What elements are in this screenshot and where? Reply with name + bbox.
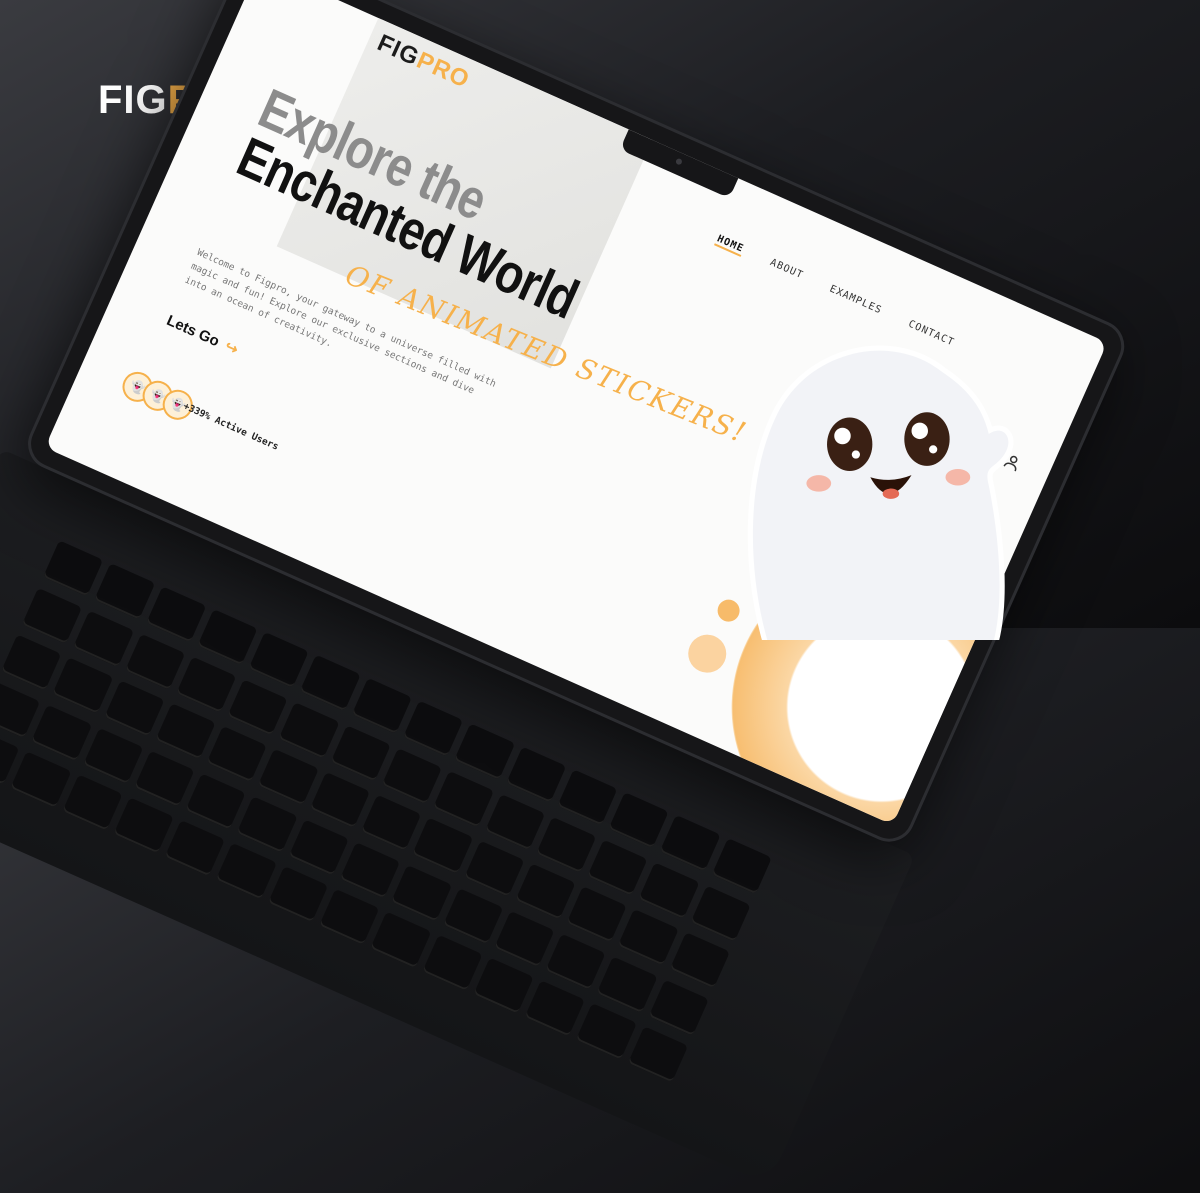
- keyboard-key: [576, 1003, 637, 1060]
- keyboard-key: [587, 839, 649, 896]
- keyboard-key: [124, 633, 186, 690]
- keyboard-key: [524, 980, 586, 1037]
- keyboard-key: [557, 769, 618, 826]
- keyboard-key: [248, 631, 310, 689]
- keyboard-key: [237, 796, 298, 853]
- keyboard-key: [381, 747, 443, 804]
- keyboard-key: [669, 932, 730, 989]
- keyboard-key: [484, 793, 546, 850]
- keyboard-key: [155, 703, 216, 760]
- keyboard-key: [31, 704, 92, 761]
- keyboard-key: [330, 724, 391, 782]
- keyboard-key: [536, 816, 597, 873]
- keyboard-key: [442, 887, 504, 944]
- keyboard-key: [43, 540, 104, 597]
- keyboard-key: [660, 815, 721, 872]
- keyboard-key: [505, 746, 567, 803]
- keyboard-key: [421, 934, 483, 992]
- keyboard-key: [463, 840, 525, 897]
- keyboard-key: [402, 700, 464, 757]
- nav-home[interactable]: HOME: [714, 233, 746, 257]
- user-avatars: 👻 👻 👻: [117, 367, 198, 425]
- keyboard-key: [608, 792, 670, 849]
- ghost-sticker: [747, 345, 1014, 640]
- lets-go-label: Lets Go: [164, 311, 223, 350]
- keyboard-key: [473, 957, 534, 1015]
- brand-fig: FIG: [98, 78, 168, 122]
- keyboard-key: [711, 837, 772, 895]
- keyboard-key: [545, 933, 607, 990]
- keyboard-key: [433, 770, 494, 827]
- keyboard-key: [351, 677, 412, 734]
- keyboard-key: [300, 654, 361, 711]
- keyboard-key: [309, 771, 370, 829]
- lets-go-button[interactable]: Lets Go ↪: [164, 311, 241, 359]
- keyboard-key: [618, 909, 679, 966]
- keyboard-key: [82, 727, 144, 784]
- keyboard-key: [391, 864, 452, 922]
- keyboard-key: [52, 657, 113, 714]
- keyboard-key: [454, 723, 515, 780]
- keyboard-key: [648, 979, 709, 1036]
- keyboard-key: [258, 749, 319, 806]
- keyboard-key: [690, 885, 751, 942]
- keyboard-key: [361, 794, 422, 852]
- keyboard-key: [412, 817, 473, 874]
- keyboard-key: [164, 820, 226, 877]
- active-users-stat: +339% Active Users: [181, 400, 281, 453]
- keyboard-key: [267, 866, 328, 923]
- keyboard-key: [597, 956, 658, 1013]
- keyboard-key: [206, 726, 268, 783]
- keyboard-key: [73, 610, 134, 667]
- keyboard-key: [103, 680, 165, 737]
- keyboard-key: [61, 774, 123, 831]
- keyboard-key: [279, 701, 340, 759]
- keyboard-key: [197, 609, 258, 666]
- arrow-icon: ↪: [222, 337, 241, 359]
- keyboard-key: [370, 912, 431, 969]
- keyboard-key: [639, 862, 700, 919]
- keyboard-key: [319, 889, 380, 946]
- keyboard-key: [515, 863, 576, 920]
- keyboard-key: [0, 681, 41, 738]
- keyboard-key: [10, 751, 71, 808]
- keyboard-key: [185, 773, 247, 830]
- keyboard-key: [176, 656, 237, 713]
- keyboard-key: [145, 586, 207, 643]
- keyboard-key: [113, 797, 174, 854]
- keyboard-key: [94, 563, 155, 620]
- keyboard-key: [340, 841, 401, 899]
- keyboard-key: [288, 819, 349, 876]
- nav-about[interactable]: ABOUT: [768, 257, 805, 283]
- keyboard-key: [566, 886, 628, 943]
- keyboard-key: [216, 843, 277, 900]
- keyboard-key: [494, 910, 555, 967]
- keyboard-key: [1, 634, 62, 691]
- keyboard-key: [627, 1026, 688, 1083]
- keyboard-key: [22, 587, 83, 644]
- keyboard-key: [227, 679, 289, 736]
- camera-icon: [674, 157, 683, 166]
- keyboard-key: [134, 750, 195, 807]
